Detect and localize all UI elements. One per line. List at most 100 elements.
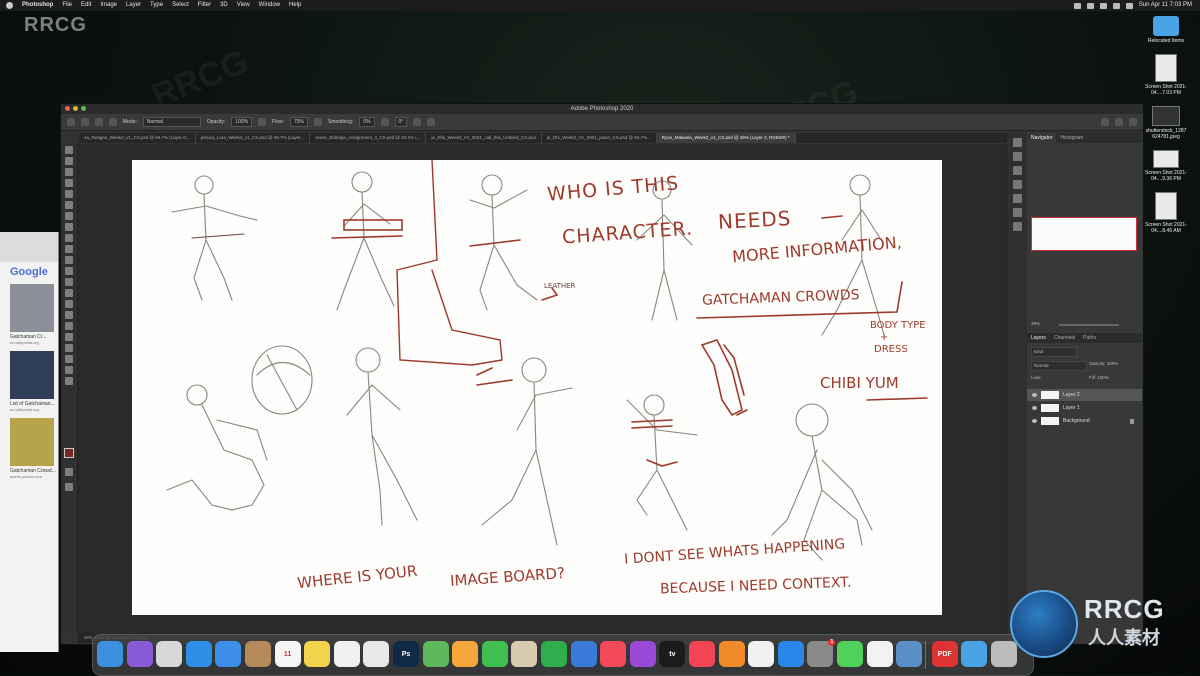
music-icon[interactable] (600, 641, 627, 667)
menu-file[interactable]: File (62, 0, 72, 11)
brush-icon[interactable] (81, 118, 89, 126)
brush-tool-icon[interactable] (65, 234, 73, 242)
paragraph-icon[interactable] (1012, 208, 1022, 217)
marquee-tool-icon[interactable] (65, 157, 73, 165)
character-icon[interactable] (1012, 194, 1022, 203)
minimize-button[interactable] (73, 106, 78, 111)
hand-tool-icon[interactable] (65, 355, 73, 363)
layer-filter-kind[interactable]: Kind (1031, 347, 1077, 357)
pressure-opacity-icon[interactable] (258, 118, 267, 126)
foreground-color-swatch[interactable] (64, 448, 74, 458)
document-canvas[interactable]: WHO IS THIS CHARACTER. NEEDS MORE INFORM… (132, 160, 942, 615)
adjustments-icon[interactable] (1012, 152, 1022, 161)
finder-icon[interactable] (97, 641, 123, 667)
search-result-image[interactable] (10, 418, 54, 466)
tab-channels[interactable]: Channels (1050, 333, 1079, 343)
chrome-icon[interactable] (363, 641, 390, 667)
blend-mode-select[interactable]: Normal (1031, 361, 1087, 371)
dodge-tool-icon[interactable] (65, 300, 73, 308)
search-icon[interactable] (1101, 118, 1109, 126)
tab-navigator[interactable]: Navigator (1027, 133, 1057, 143)
document-tab[interactable]: 4a_Reagan_Week2_v1_CS.psd @ 66.7% (Layer… (79, 133, 196, 143)
wifi-icon[interactable] (1099, 2, 1107, 9)
fill-value[interactable]: 100% (1097, 375, 1109, 380)
home-icon[interactable] (67, 118, 75, 126)
healing-tool-icon[interactable] (65, 223, 73, 231)
appstore-icon[interactable] (777, 641, 804, 667)
dropbox-icon[interactable] (1073, 2, 1081, 9)
document-tab[interactable]: je_Ella_Week2_V1_0001_call_this_Untitled… (426, 133, 542, 143)
podcasts-icon[interactable] (629, 641, 656, 667)
tab-histogram[interactable]: Histogram (1056, 133, 1087, 143)
lasso-tool-icon[interactable] (65, 168, 73, 176)
contacts-icon[interactable] (245, 641, 271, 667)
preview-icon[interactable] (511, 641, 538, 667)
document-tab[interactable]: je_Ohi_Week2_V1_0001_jason_CS.psd @ 66.7… (542, 133, 657, 143)
photos-icon[interactable] (452, 641, 479, 667)
smoothing-options-icon[interactable] (380, 118, 389, 126)
keynote-icon[interactable] (570, 641, 597, 667)
control-center-icon[interactable] (1125, 2, 1133, 9)
quick-select-tool-icon[interactable] (65, 179, 73, 187)
reminders-icon[interactable] (333, 641, 360, 667)
layer-row[interactable]: Layer 1 (1027, 402, 1142, 414)
menu-window[interactable]: Window (259, 0, 280, 11)
document-tab[interactable]: Jesse_Eldridge_Assignment_4_CS.psd @ 33.… (310, 133, 427, 143)
tab-paths[interactable]: Paths (1079, 333, 1100, 343)
eraser-tool-icon[interactable] (65, 267, 73, 275)
menu-edit[interactable]: Edit (81, 0, 91, 11)
frame-tool-icon[interactable] (65, 201, 73, 209)
tab-layers[interactable]: Layers (1027, 333, 1050, 343)
desktop-item[interactable]: Screen Shot 2021-04....7.03 PM (1138, 54, 1194, 96)
menu-app-name[interactable]: Photoshop (22, 0, 53, 11)
navigator-thumbnail[interactable] (1031, 217, 1137, 251)
zoom-slider[interactable] (1059, 324, 1119, 326)
menu-filter[interactable]: Filter (198, 0, 211, 11)
search-result-image[interactable] (10, 284, 54, 332)
document-tab-active[interactable]: Ryan_Makaela_Week2_v1_CS.psd @ 39% (Laye… (656, 133, 796, 143)
quick-mask-icon[interactable] (65, 468, 73, 476)
layer-row[interactable]: Layer 2 (1027, 389, 1142, 401)
eye-icon[interactable] (1032, 406, 1037, 410)
document-tab[interactable]: jessica_Lara_Week2_v1_CS.psd @ 66.7% (La… (196, 133, 311, 143)
properties-icon[interactable] (1012, 222, 1022, 231)
close-button[interactable] (65, 106, 70, 111)
desktop-item[interactable]: Screen Shot 2021-04....9.36 PM (1138, 150, 1194, 182)
zoom-value[interactable]: 39% (1031, 321, 1040, 326)
system-prefs-icon[interactable]: 1 (807, 639, 836, 667)
downloads-icon[interactable] (896, 641, 923, 667)
stamp-tool-icon[interactable] (65, 245, 73, 253)
menu-type[interactable]: Type (150, 0, 163, 11)
search-result-image[interactable] (10, 351, 54, 399)
battery-icon[interactable] (1086, 2, 1094, 9)
search-icon[interactable] (1112, 2, 1120, 9)
facetime-icon[interactable] (481, 641, 508, 667)
eye-icon[interactable] (1032, 393, 1037, 397)
browser-window[interactable]: Google Gatchaman Cr... en.wikipedia.org … (0, 232, 59, 652)
mode-select[interactable]: Normal (142, 117, 201, 127)
photos-app-icon[interactable] (748, 641, 775, 667)
appletv-icon[interactable]: tv (659, 641, 686, 667)
desktop-item[interactable]: Screen Shot 2021-04....8.46 AM (1138, 192, 1194, 234)
type-tool-icon[interactable] (65, 322, 73, 330)
opacity-field[interactable]: 100% (231, 117, 253, 127)
safari-icon[interactable] (185, 641, 212, 667)
menu-image[interactable]: Image (100, 0, 117, 11)
menu-select[interactable]: Select (172, 0, 189, 11)
calendar-icon[interactable]: 11 (274, 641, 301, 667)
zoom-button[interactable] (81, 106, 86, 111)
angle-field[interactable]: 0° (394, 117, 408, 127)
apple-icon[interactable] (6, 2, 13, 9)
desktop-item[interactable]: shutterstock_1287 624781.jpeg (1138, 106, 1194, 140)
blur-tool-icon[interactable] (65, 289, 73, 297)
layer-row[interactable]: Background (1027, 415, 1142, 427)
screen-mode-icon[interactable] (65, 483, 73, 491)
share-icon[interactable] (1129, 118, 1137, 126)
airbrush-icon[interactable] (314, 118, 323, 126)
clone-source-icon[interactable] (1012, 180, 1022, 189)
numbers-icon[interactable] (541, 641, 567, 667)
workspace-icon[interactable] (1115, 118, 1123, 126)
mail-icon[interactable] (215, 641, 242, 667)
messages-icon[interactable] (837, 641, 863, 667)
pdf-icon[interactable]: PDF (931, 641, 958, 667)
